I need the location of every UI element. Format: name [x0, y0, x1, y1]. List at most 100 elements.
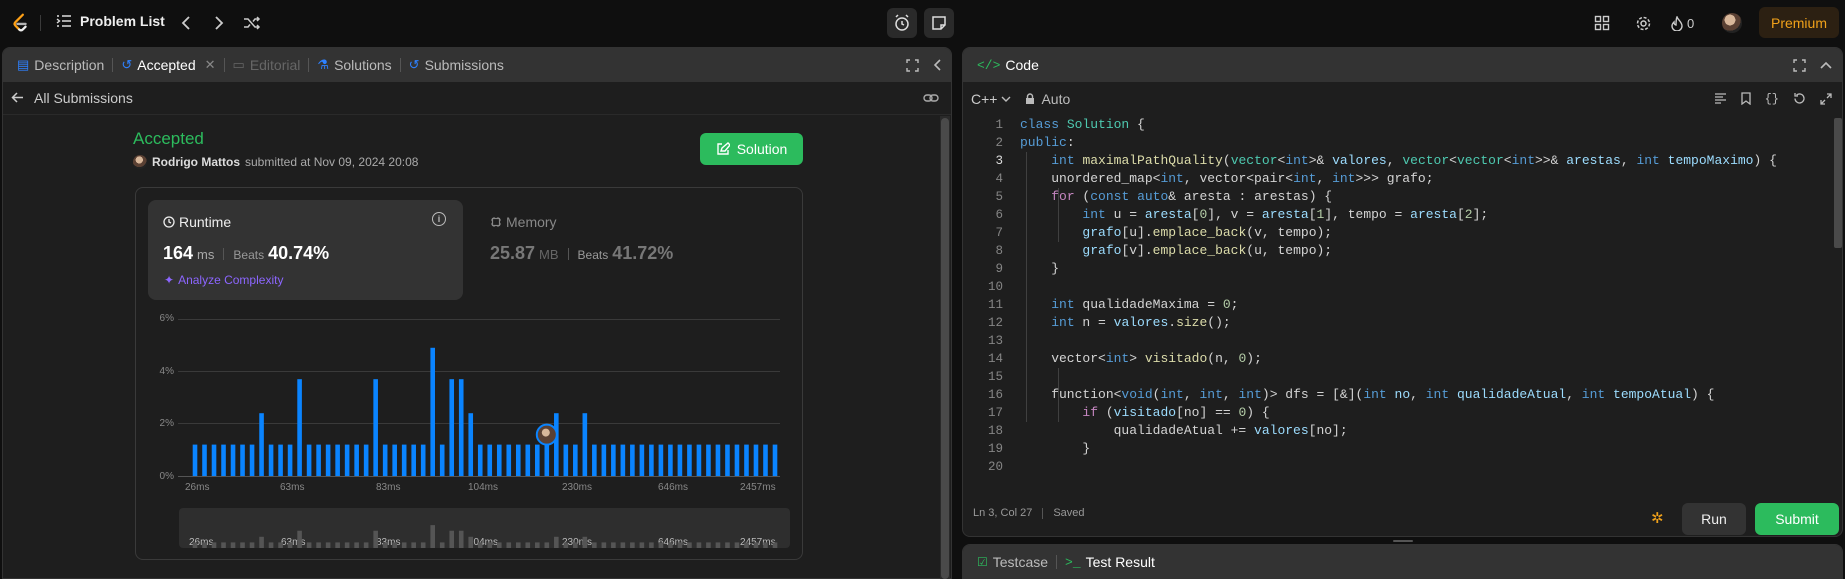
- editor-toolbar: C++ Auto {}: [963, 82, 1842, 115]
- vertical-resize-handle[interactable]: [1393, 540, 1413, 542]
- submit-button[interactable]: Submit: [1755, 503, 1839, 535]
- code-line: }: [1020, 441, 1091, 456]
- code-line: public:: [1020, 135, 1075, 150]
- bookmark-icon[interactable]: [1740, 92, 1751, 105]
- left-scrollbar-thumb[interactable]: [941, 118, 949, 579]
- line-number: 14: [987, 352, 1003, 366]
- notes-icon[interactable]: [924, 8, 954, 38]
- line-number: 4: [995, 172, 1003, 186]
- x-tick-label: 63ms: [280, 482, 305, 493]
- code-line: qualidadeAtual += valores[no];: [1020, 423, 1348, 438]
- history-icon: ↺: [121, 57, 133, 72]
- run-button[interactable]: Run: [1682, 503, 1746, 535]
- memory-unit: MB: [539, 247, 559, 262]
- mini-x-tick-label: 26ms: [189, 537, 214, 548]
- runtime-beats-value: 40.74%: [268, 243, 330, 263]
- info-icon[interactable]: i: [432, 212, 446, 226]
- save-status: Saved: [1053, 507, 1085, 519]
- gridline-4: [178, 371, 780, 372]
- share-link-icon[interactable]: [923, 90, 939, 106]
- runtime-beats-label: Beats: [233, 248, 265, 262]
- format-icon[interactable]: [1714, 93, 1727, 104]
- mini-x-tick-label: 63ms: [281, 537, 306, 548]
- layout-grid-icon[interactable]: [1590, 11, 1614, 35]
- sparkle-icon: ✦: [164, 273, 175, 287]
- chevron-down-icon: [1001, 96, 1011, 102]
- tab-editorial[interactable]: ▭ Editorial: [227, 48, 307, 82]
- submitter-info: Rodrigo Mattos submitted at Nov 09, 2024…: [133, 155, 418, 169]
- tab-submissions[interactable]: ↺ Submissions: [403, 48, 510, 82]
- cursor-position: Ln 3, Col 27: [973, 507, 1033, 519]
- settings-gear-icon[interactable]: [1631, 11, 1655, 35]
- mini-x-tick-label: 104ms: [468, 537, 499, 548]
- memory-tab[interactable]: Memory: [490, 214, 557, 230]
- code-panel: </> Code C++ Auto {} 1 class Solution {: [962, 47, 1843, 537]
- problem-list-link[interactable]: Problem List: [56, 13, 165, 29]
- code-tab-bar: </> Code: [963, 48, 1842, 82]
- premium-button[interactable]: Premium: [1759, 7, 1839, 38]
- collapse-chevron-left-icon[interactable]: [933, 59, 941, 71]
- auto-mode-toggle[interactable]: Auto: [1025, 91, 1070, 107]
- memory-value: 25.87: [490, 243, 536, 263]
- tab-solutions[interactable]: ⚗ Solutions: [311, 48, 397, 82]
- leetcode-logo-icon[interactable]: [10, 12, 32, 34]
- tab-test-result[interactable]: >_ Test Result: [1059, 545, 1161, 578]
- close-tab-icon[interactable]: ✕: [205, 57, 216, 73]
- streak-counter[interactable]: 0: [1671, 11, 1707, 35]
- runtime-values: 164 ms Beats 40.74%: [163, 243, 329, 264]
- terminal-icon: >_: [1065, 554, 1081, 570]
- arrow-left-icon[interactable]: [11, 90, 24, 106]
- code-line: int qualidadeMaxima = 0;: [1051, 297, 1239, 312]
- timer-alarm-icon[interactable]: [887, 8, 917, 38]
- code-editor[interactable]: 1 class Solution { 2 public: 3 int maximal…: [963, 116, 1842, 489]
- shuffle-icon[interactable]: [240, 11, 264, 35]
- line-number: 6: [995, 208, 1003, 222]
- maximize-icon[interactable]: [1793, 58, 1806, 72]
- submitter-name[interactable]: Rodrigo Mattos: [152, 155, 240, 169]
- line-number: 10: [987, 280, 1003, 294]
- test-panel: ☑ Testcase >_ Test Result: [962, 544, 1843, 579]
- tab-testcase-label: Testcase: [992, 554, 1049, 570]
- code-line: vector<int> visitado(n, 0);: [1020, 351, 1262, 366]
- submission-status: Accepted: [133, 129, 204, 148]
- y-tick-label: 2%: [159, 418, 174, 429]
- runtime-title: Runtime: [163, 214, 231, 230]
- fullscreen-icon[interactable]: [1820, 92, 1832, 105]
- prev-problem-chevron-left-icon[interactable]: [174, 11, 198, 35]
- tab-description[interactable]: ▤ Description: [11, 48, 110, 82]
- braces-icon[interactable]: {}: [1765, 92, 1779, 106]
- panel-resize-handle[interactable]: [953, 47, 961, 579]
- memory-beats-value: 41.72%: [612, 243, 674, 263]
- gridline-0: [178, 476, 780, 477]
- tab-code-label: Code: [1005, 57, 1039, 73]
- next-problem-chevron-right-icon[interactable]: [207, 11, 231, 35]
- tab-testcase[interactable]: ☑ Testcase: [971, 545, 1054, 578]
- mini-x-tick-label: 83ms: [376, 537, 401, 548]
- code-line: int maximalPathQuality(vector<int>& valo…: [1051, 153, 1777, 168]
- gridline-2: [178, 423, 780, 424]
- line-number: 16: [987, 388, 1003, 402]
- book-icon: ▭: [232, 57, 245, 72]
- maximize-icon[interactable]: [906, 58, 919, 72]
- lock-icon: [1026, 92, 1035, 104]
- user-avatar[interactable]: [1722, 13, 1742, 33]
- memory-beats-label: Beats: [577, 248, 609, 262]
- tab-description-label: Description: [34, 57, 105, 73]
- line-number: 1: [995, 118, 1003, 132]
- solution-button[interactable]: Solution: [700, 133, 803, 165]
- chevron-up-icon[interactable]: [1820, 61, 1832, 69]
- reset-icon[interactable]: [1793, 92, 1806, 105]
- editor-scrollbar-thumb[interactable]: [1834, 118, 1842, 248]
- topbar-divider: [40, 15, 41, 31]
- tab-accepted[interactable]: ↺ Accepted ✕: [115, 48, 221, 82]
- tab-code[interactable]: </> Code: [971, 48, 1045, 82]
- x-tick-label: 230ms: [562, 482, 593, 493]
- line-number: 13: [987, 334, 1003, 348]
- runtime-value: 164: [163, 243, 194, 263]
- language-select[interactable]: C++: [971, 91, 1011, 107]
- debug-bug-icon[interactable]: ✲: [1651, 509, 1664, 527]
- all-submissions-link[interactable]: All Submissions: [34, 90, 133, 106]
- analyze-complexity-link[interactable]: ✦ Analyze Complexity: [164, 273, 283, 287]
- y-tick-label: 0%: [159, 471, 174, 482]
- fire-icon: [1671, 15, 1683, 31]
